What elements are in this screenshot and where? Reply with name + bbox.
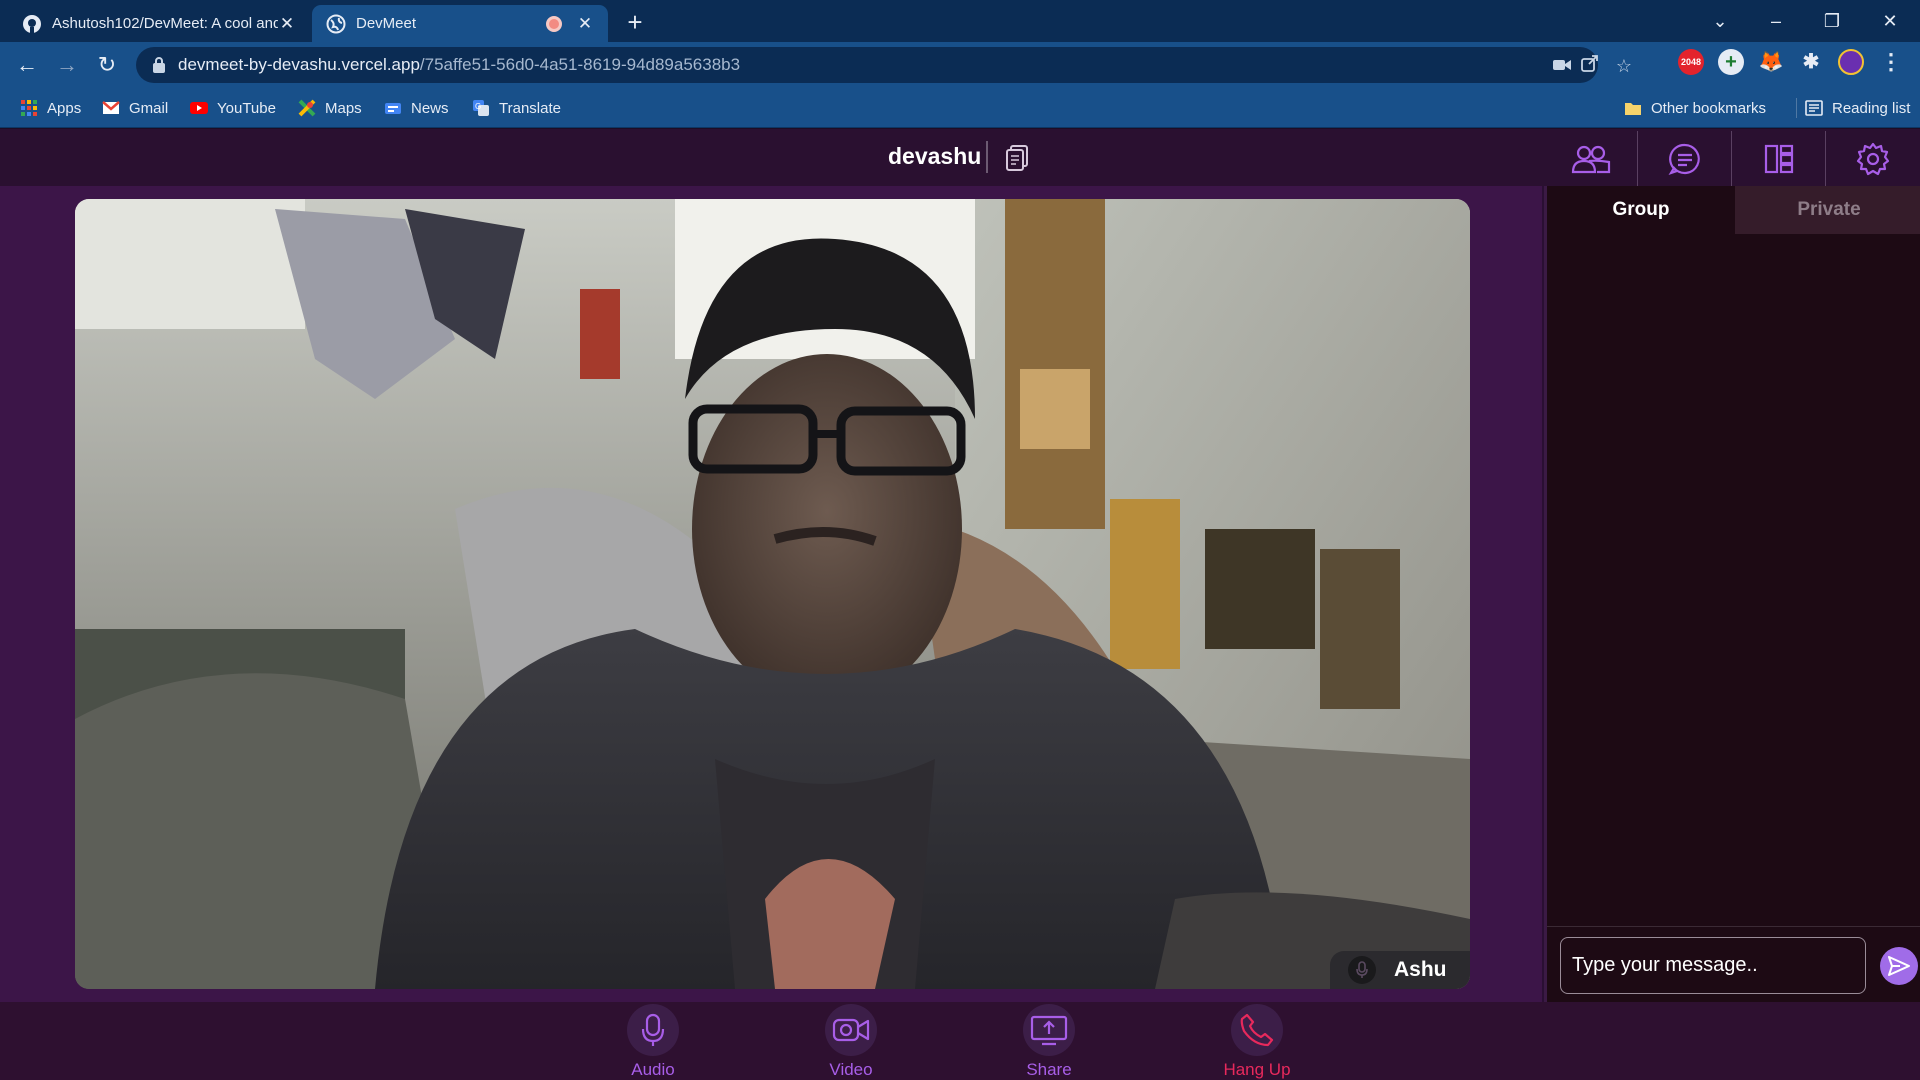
tab-title: DevMeet [356, 15, 417, 32]
profile-avatar[interactable] [1838, 49, 1864, 75]
bookmark-youtube[interactable]: YouTube [190, 98, 276, 118]
participants-button[interactable] [1544, 131, 1638, 186]
menu-icon[interactable]: ⋮ [1878, 49, 1904, 75]
camera-in-use-icon[interactable] [1550, 54, 1574, 78]
bookmark-label: Maps [325, 99, 362, 117]
bookmark-news[interactable]: News [384, 98, 449, 118]
minimize-button[interactable]: – [1756, 6, 1796, 36]
bookmark-maps[interactable]: Maps [298, 98, 362, 118]
reload-button[interactable]: ↻ [92, 50, 122, 80]
mic-icon [627, 1004, 679, 1056]
mic-icon [1348, 956, 1376, 984]
translate-icon: G [473, 100, 489, 116]
hang-up-button[interactable]: Hang Up [1202, 1002, 1312, 1080]
bookmark-translate[interactable]: G Translate [472, 98, 561, 118]
header-toolbar [1544, 131, 1920, 186]
hang-up-label: Hang Up [1223, 1060, 1291, 1079]
close-icon[interactable]: ✕ [576, 14, 594, 34]
send-icon [1888, 956, 1910, 976]
tab-devmeet[interactable]: DevMeet ✕ [312, 5, 608, 42]
chat-tabs: Group Private [1547, 186, 1920, 234]
restore-button[interactable]: ❐ [1812, 6, 1852, 36]
folder-icon [1625, 103, 1641, 115]
phone-icon [1231, 1004, 1283, 1056]
back-button[interactable]: ← [12, 50, 42, 80]
call-controls: Audio Video Share Hang Up [0, 1002, 1920, 1080]
bookmark-label: Translate [499, 99, 561, 117]
bookmarks-bar: Apps Gmail YouTube Maps News G Translate… [0, 88, 1920, 128]
extension-plus-icon[interactable]: + [1718, 49, 1744, 75]
room-name: devashu [888, 143, 982, 169]
close-window-button[interactable]: ✕ [1870, 6, 1910, 36]
participant-name-tag: Ashu [1330, 951, 1470, 989]
github-icon [22, 14, 42, 34]
screen-share-icon [1023, 1004, 1075, 1056]
bookmark-label: Reading list [1832, 99, 1911, 117]
new-tab-button[interactable]: + [620, 8, 650, 38]
star-icon[interactable]: ☆ [1612, 54, 1636, 78]
tab-group[interactable]: Group [1547, 186, 1735, 234]
bookmark-label: Apps [47, 99, 82, 117]
tab-private[interactable]: Private [1735, 186, 1920, 234]
globe-icon [326, 14, 346, 34]
tab-search-button[interactable]: ⌄ [1700, 6, 1740, 36]
maps-icon [298, 99, 316, 117]
bookmark-label: YouTube [217, 99, 276, 117]
share-label: Share [1026, 1060, 1072, 1079]
webcam-feed-image [75, 199, 1470, 989]
tab-title: Ashutosh102/DevMeet: A cool and [52, 15, 278, 32]
chat-button[interactable] [1638, 131, 1732, 186]
share-button[interactable]: Share [994, 1002, 1104, 1080]
video-stage: Ashu [0, 186, 1542, 1002]
audio-button[interactable]: Audio [598, 1002, 708, 1080]
metamask-icon[interactable]: 🦊 [1758, 49, 1784, 75]
participant-name: Ashu [1394, 958, 1447, 981]
browser-toolbar: ← → ↻ devmeet-by-devashu.vercel.app/75af… [0, 42, 1920, 88]
people-icon [1571, 145, 1610, 173]
participant-video[interactable]: Ashu [75, 199, 1470, 989]
camera-icon [825, 1004, 877, 1056]
browser-titlebar: Ashutosh102/DevMeet: A cool and ✕ DevMee… [0, 0, 1920, 42]
bookmark-label: Other bookmarks [1651, 99, 1767, 117]
extensions-puzzle-icon[interactable]: ✱ [1798, 49, 1824, 75]
app-header: devashu [0, 129, 1920, 186]
message-input[interactable] [1560, 937, 1866, 994]
gear-icon [1856, 142, 1890, 175]
audio-label: Audio [631, 1060, 675, 1079]
layout-button[interactable] [1732, 131, 1826, 186]
address-bar[interactable]: devmeet-by-devashu.vercel.app/75affe51-5… [136, 47, 1632, 83]
bookmark-label: Gmail [129, 99, 169, 117]
reading-list[interactable]: Reading list [1796, 98, 1910, 118]
recording-icon [546, 15, 562, 32]
bookmark-other[interactable]: Other bookmarks [1624, 98, 1766, 118]
settings-button[interactable] [1826, 131, 1920, 186]
bookmark-gmail[interactable]: Gmail [102, 98, 168, 118]
tab-github[interactable]: Ashutosh102/DevMeet: A cool and ✕ [8, 5, 310, 42]
copy-icon[interactable] [1004, 144, 1030, 172]
lock-icon [153, 57, 165, 73]
news-icon [385, 103, 401, 114]
apps-grid-icon [21, 100, 37, 116]
layout-icon [1764, 144, 1793, 173]
send-button[interactable] [1880, 947, 1918, 985]
close-icon[interactable]: ✕ [278, 14, 296, 34]
forward-button[interactable]: → [52, 50, 82, 80]
video-button[interactable]: Video [796, 1002, 906, 1080]
reading-list-icon [1805, 100, 1823, 116]
chat-composer [1547, 926, 1920, 1002]
url-text: devmeet-by-devashu.vercel.app/75affe51-5… [178, 55, 741, 74]
share-icon[interactable] [1578, 54, 1602, 78]
chat-icon [1668, 143, 1700, 175]
svg-text:G: G [475, 102, 481, 111]
extension-2048-icon[interactable]: 2048 [1678, 49, 1704, 75]
bookmark-label: News [411, 99, 449, 117]
video-label: Video [829, 1060, 873, 1079]
divider [986, 141, 988, 173]
bookmark-apps[interactable]: Apps [20, 98, 81, 118]
chat-sidebar: Group Private [1544, 186, 1920, 1002]
devmeet-app: devashu Ashu Group Private Type your mes… [0, 129, 1920, 1080]
youtube-icon [190, 102, 208, 114]
gmail-icon [102, 101, 120, 114]
